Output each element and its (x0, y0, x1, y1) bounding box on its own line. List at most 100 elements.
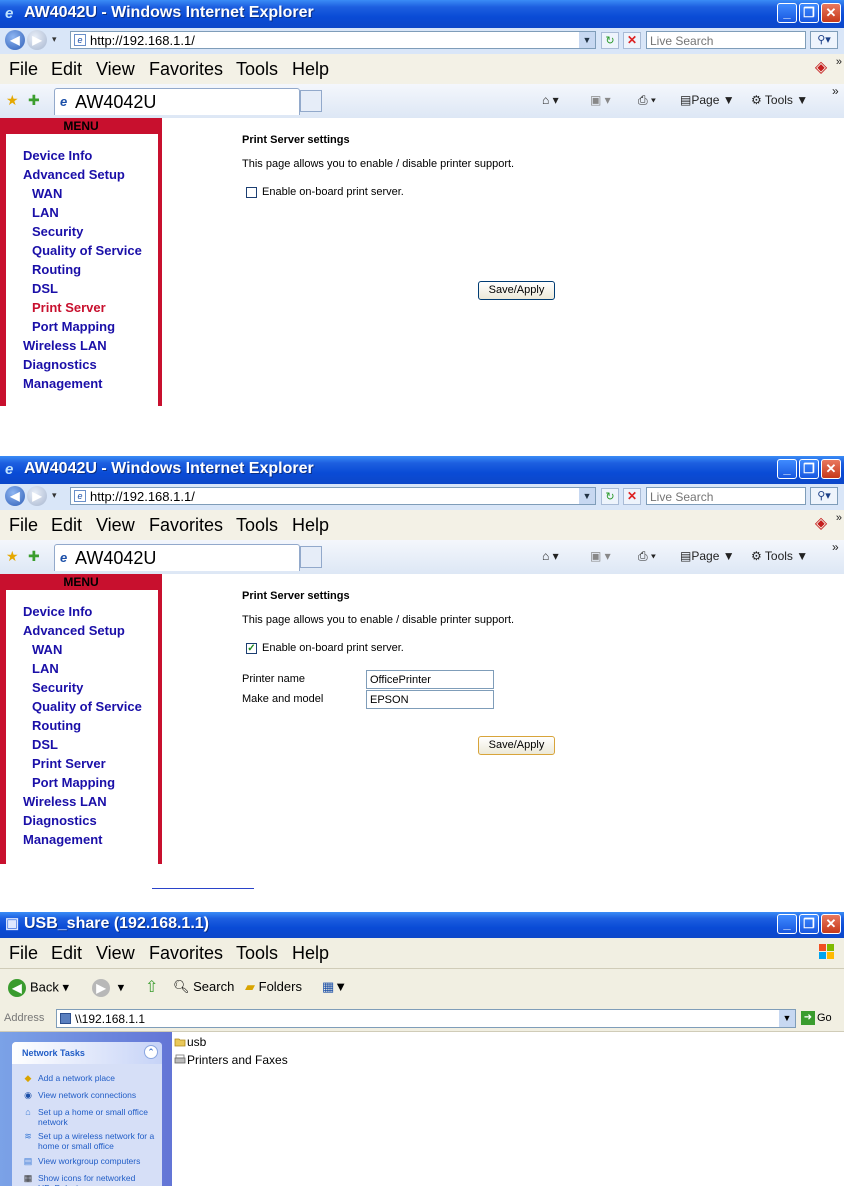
home-icon[interactable]: ⌂ ▾ (542, 549, 559, 563)
stop-icon[interactable]: ✕ (623, 32, 641, 49)
make-model-field[interactable] (366, 690, 494, 709)
save-apply-button[interactable]: Save/Apply (478, 736, 555, 755)
nav-port-mapping[interactable]: Port Mapping (32, 319, 115, 334)
save-apply-button[interactable]: Save/Apply (478, 281, 555, 300)
toolbar-addon-icon[interactable]: ◈ (810, 514, 832, 534)
menu-help[interactable]: Help (292, 943, 329, 964)
nav-dsl[interactable]: DSL (32, 281, 58, 296)
nav-routing[interactable]: Routing (32, 262, 81, 277)
nav-lan[interactable]: LAN (32, 205, 59, 220)
stop-icon[interactable]: ✕ (623, 488, 641, 505)
nav-diagnostics[interactable]: Diagnostics (23, 813, 97, 828)
maximize-button[interactable]: ❐ (799, 459, 819, 479)
new-tab-button[interactable] (300, 90, 322, 112)
menu-view[interactable]: View (96, 943, 135, 964)
go-button[interactable]: ➜ Go (801, 1011, 832, 1025)
search-button[interactable]: 🔍︎ Search (173, 979, 234, 995)
forward-button[interactable]: ▶ (27, 30, 47, 50)
print-icon[interactable]: ⎙ ▾ (638, 549, 656, 564)
nav-security[interactable]: Security (32, 680, 83, 695)
menu-favorites[interactable]: Favorites (149, 943, 223, 964)
nav-print-server[interactable]: Print Server (32, 300, 106, 315)
search-input[interactable] (647, 489, 803, 505)
menu-tools[interactable]: Tools (236, 59, 278, 80)
nav-quality-of-service[interactable]: Quality of Service (32, 699, 142, 714)
nav-wan[interactable]: WAN (32, 642, 62, 657)
new-tab-button[interactable] (300, 546, 322, 568)
favorites-star-icon[interactable]: ★ (6, 548, 19, 565)
home-icon[interactable]: ⌂ ▾ (542, 93, 559, 107)
nav-print-server[interactable]: Print Server (32, 756, 106, 771)
menu-help[interactable]: Help (292, 515, 329, 536)
collapse-chevron-icon[interactable]: ⌃ (144, 1045, 158, 1059)
url-dropdown-icon[interactable]: ▼ (579, 488, 595, 504)
maximize-button[interactable]: ❐ (799, 3, 819, 23)
address-field[interactable]: \\192.168.1.1 ▼ (56, 1009, 796, 1028)
address-dropdown-icon[interactable]: ▼ (779, 1010, 795, 1027)
menu-tools[interactable]: Tools (236, 943, 278, 964)
search-field[interactable] (646, 487, 806, 505)
forward-button[interactable]: ▶ ▾ (92, 979, 124, 997)
task-setup-wireless-network[interactable]: Set up a wireless network for a home or … (38, 1131, 158, 1151)
add-favorite-icon[interactable]: ✚ (28, 548, 40, 565)
nav-port-mapping[interactable]: Port Mapping (32, 775, 115, 790)
menu-help[interactable]: Help (292, 59, 329, 80)
views-button[interactable]: ▦▼ (322, 979, 347, 995)
close-button[interactable]: ✕ (821, 3, 841, 23)
search-field[interactable] (646, 31, 806, 49)
nav-security[interactable]: Security (32, 224, 83, 239)
history-dropdown-icon[interactable]: ▾ (52, 490, 57, 501)
menu-view[interactable]: View (96, 59, 135, 80)
favorites-star-icon[interactable]: ★ (6, 92, 19, 109)
network-tasks-header[interactable]: Network Tasks ⌃ (12, 1042, 162, 1064)
nav-routing[interactable]: Routing (32, 718, 81, 733)
enable-print-server-checkbox[interactable]: ✓ (246, 643, 257, 654)
link-underline[interactable] (152, 876, 254, 889)
page-menu[interactable]: ▤Page ▼ (680, 93, 735, 107)
chevron-more-icon[interactable]: » (836, 56, 842, 68)
menu-view[interactable]: View (96, 515, 135, 536)
back-button[interactable]: ◀ (5, 486, 25, 506)
refresh-icon[interactable]: ↻ (601, 32, 619, 49)
menu-file[interactable]: File (9, 515, 38, 536)
list-item[interactable]: Printers and Faxes (174, 1053, 288, 1067)
tab-aw4042u[interactable]: e AW4042U (54, 544, 300, 571)
menu-file[interactable]: File (9, 943, 38, 964)
url-field[interactable]: e http://192.168.1.1/ ▼ (70, 31, 596, 49)
tools-menu[interactable]: ⚙ Tools ▼ (751, 93, 808, 107)
close-button[interactable]: ✕ (821, 459, 841, 479)
chevron-more-icon[interactable]: » (832, 84, 839, 98)
maximize-button[interactable]: ❐ (799, 914, 819, 934)
task-view-workgroup-computers[interactable]: View workgroup computers (38, 1156, 158, 1166)
minimize-button[interactable]: _ (777, 459, 797, 479)
nav-dsl[interactable]: DSL (32, 737, 58, 752)
task-setup-home-network[interactable]: Set up a home or small office network (38, 1107, 158, 1127)
menu-tools[interactable]: Tools (236, 515, 278, 536)
chevron-more-icon[interactable]: » (832, 540, 839, 554)
toolbar-addon-icon[interactable]: ◈ (810, 58, 832, 78)
nav-management[interactable]: Management (23, 832, 102, 847)
search-input[interactable] (647, 33, 803, 49)
nav-lan[interactable]: LAN (32, 661, 59, 676)
task-add-network-place[interactable]: Add a network place (38, 1073, 158, 1083)
refresh-icon[interactable]: ↻ (601, 488, 619, 505)
menu-edit[interactable]: Edit (51, 59, 82, 80)
nav-diagnostics[interactable]: Diagnostics (23, 357, 97, 372)
feeds-icon[interactable]: ▣ ▾ (590, 93, 611, 107)
url-field[interactable]: e http://192.168.1.1/ ▼ (70, 487, 596, 505)
tools-menu[interactable]: ⚙ Tools ▼ (751, 549, 808, 563)
print-icon[interactable]: ⎙ ▾ (638, 93, 656, 108)
menu-file[interactable]: File (9, 59, 38, 80)
task-view-network-connections[interactable]: View network connections (38, 1090, 158, 1100)
menu-edit[interactable]: Edit (51, 515, 82, 536)
chevron-more-icon[interactable]: » (836, 512, 842, 524)
back-button[interactable]: ◀ Back ▾ (8, 979, 69, 997)
menu-edit[interactable]: Edit (51, 943, 82, 964)
url-dropdown-icon[interactable]: ▼ (579, 32, 595, 48)
nav-wireless-lan[interactable]: Wireless LAN (23, 794, 107, 809)
minimize-button[interactable]: _ (777, 914, 797, 934)
forward-button[interactable]: ▶ (27, 486, 47, 506)
up-folder-icon[interactable]: ⇧ (145, 977, 158, 997)
enable-print-server-checkbox[interactable] (246, 187, 257, 198)
nav-device-info[interactable]: Device Info (23, 148, 92, 163)
